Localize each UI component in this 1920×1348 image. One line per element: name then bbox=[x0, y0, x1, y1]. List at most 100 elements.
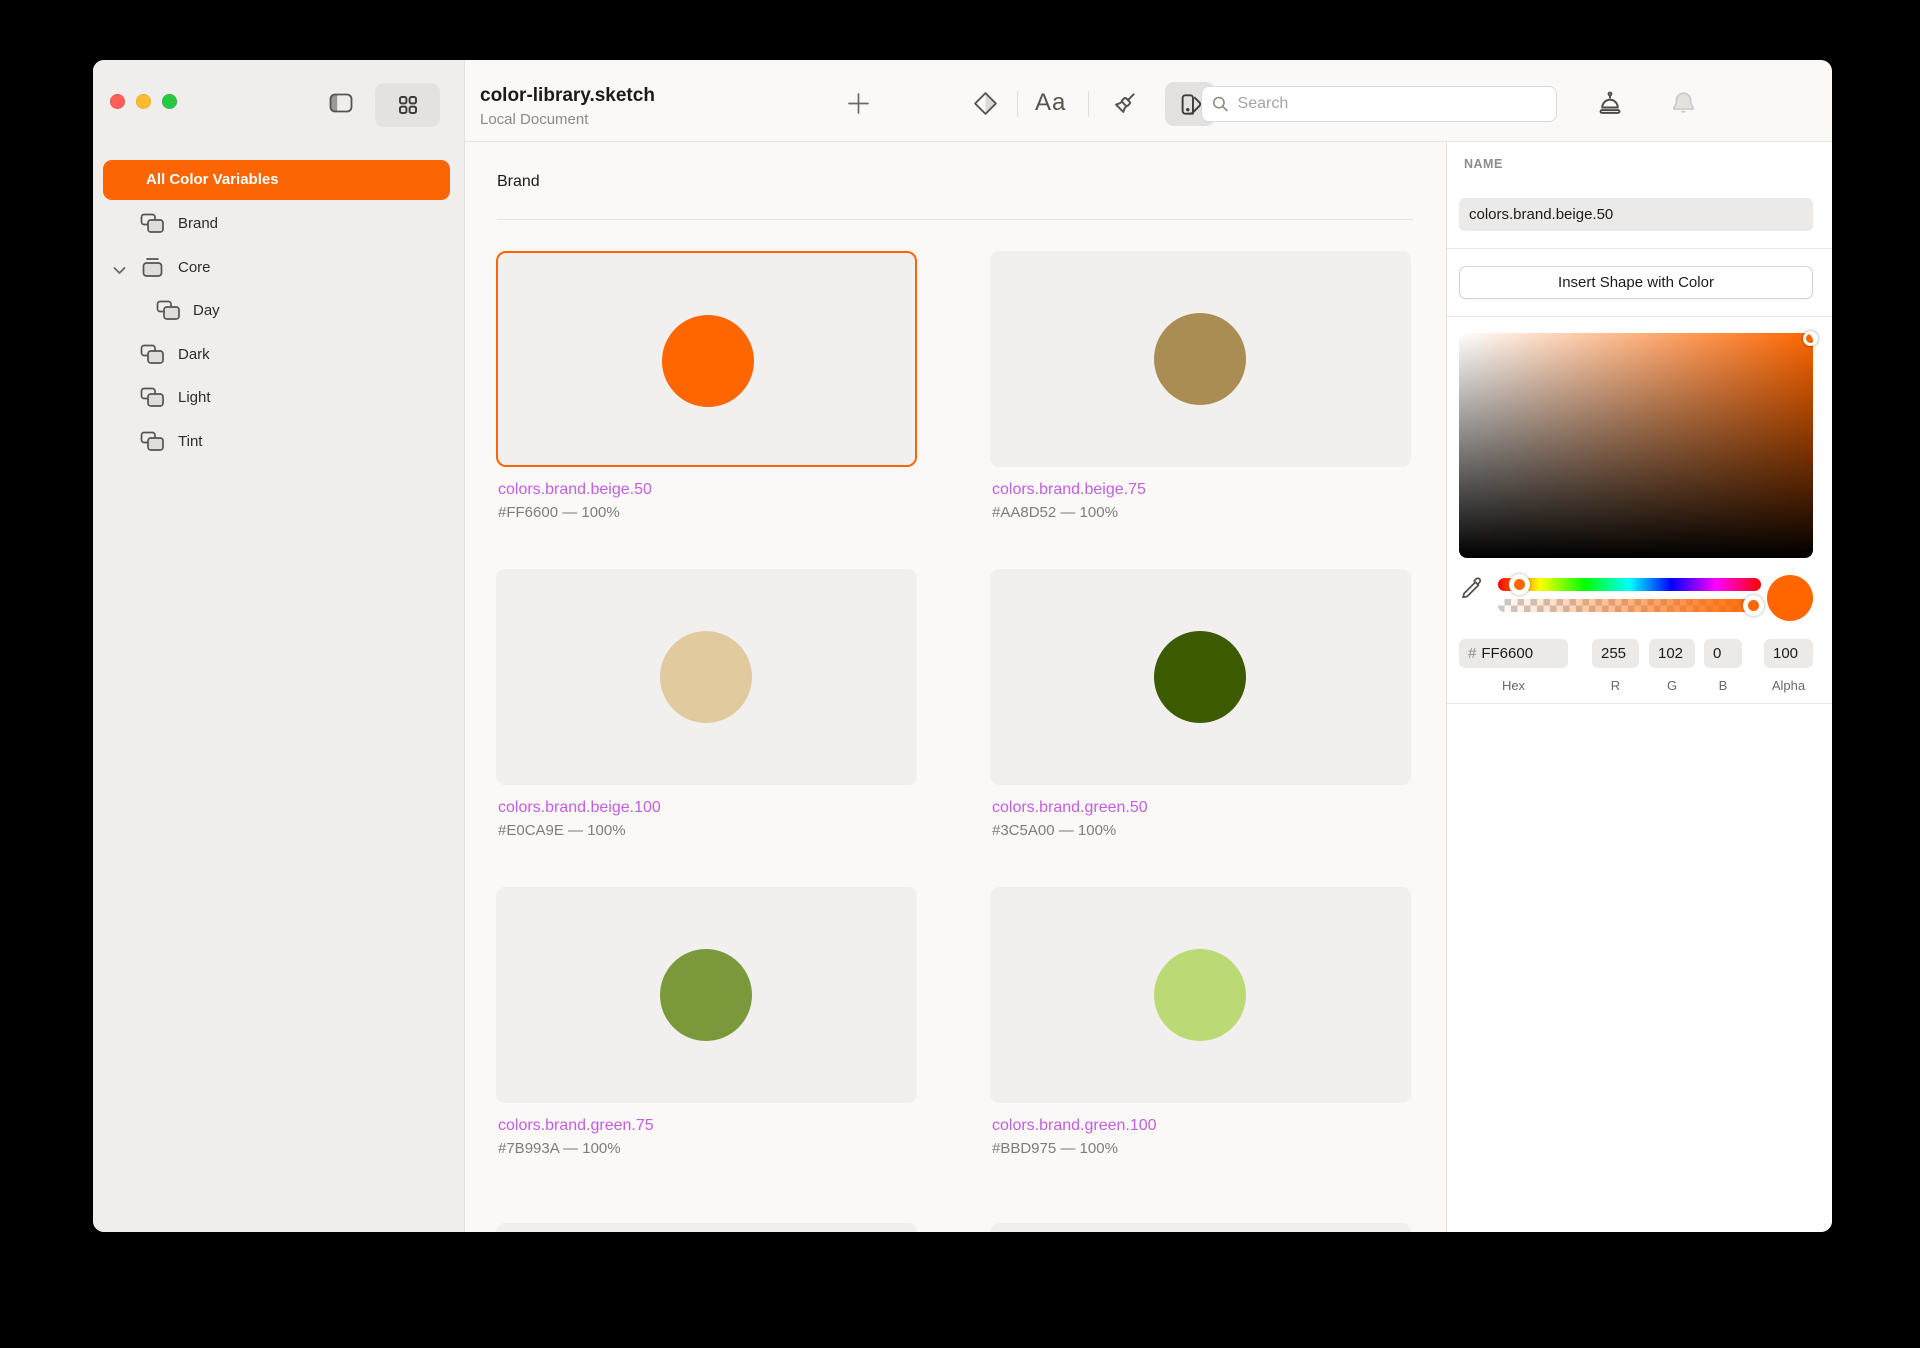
collection-icon bbox=[140, 387, 165, 413]
g-label: G bbox=[1666, 678, 1678, 693]
window-subtitle: Local Document bbox=[480, 111, 589, 128]
panel-divider bbox=[1447, 248, 1832, 249]
alpha-slider-knob[interactable] bbox=[1742, 595, 1764, 616]
swatch-card[interactable] bbox=[990, 569, 1411, 785]
sidebar-item-dark[interactable]: Dark bbox=[93, 338, 465, 372]
alpha-slider[interactable] bbox=[1498, 599, 1761, 612]
symbols-icon[interactable] bbox=[972, 90, 999, 117]
hue-knob-color bbox=[1513, 579, 1525, 590]
search-input[interactable] bbox=[1235, 94, 1546, 114]
swatch-meta: #AA8D52 — 100% bbox=[992, 504, 1118, 521]
add-icon[interactable] bbox=[847, 92, 870, 115]
swatch-circle bbox=[1154, 313, 1246, 405]
panel-divider bbox=[1447, 703, 1832, 704]
swatch-meta: #3C5A00 — 100% bbox=[992, 822, 1117, 839]
sidebar-item-light[interactable]: Light bbox=[93, 381, 465, 415]
sidebar-item-label: Dark bbox=[178, 345, 210, 363]
variable-name-input[interactable]: colors.brand.beige.50 bbox=[1459, 198, 1813, 231]
swatch-circle bbox=[660, 631, 752, 723]
swatch-card[interactable] bbox=[496, 569, 917, 785]
text-styles-icon[interactable]: Aa bbox=[1035, 89, 1066, 117]
chevron-down-icon[interactable] bbox=[113, 262, 126, 280]
zoom-button[interactable] bbox=[162, 94, 177, 109]
sidebar-item-label: Light bbox=[178, 389, 211, 406]
toolbar-separator bbox=[1017, 91, 1018, 117]
hex-label: Hex bbox=[1501, 678, 1526, 693]
swatch-meta: #BBD975 — 100% bbox=[992, 1140, 1118, 1157]
swatch-meta: #FF6600 — 100% bbox=[498, 504, 620, 521]
sidebar-item-all-color-variables[interactable]: All Color Variables bbox=[103, 160, 450, 200]
collection-icon bbox=[140, 431, 165, 457]
inspector-panel: NAME colors.brand.beige.50 Insert Shape … bbox=[1446, 142, 1832, 1232]
r-label: R bbox=[1610, 678, 1621, 693]
swatch-card[interactable] bbox=[990, 251, 1411, 467]
hue-slider[interactable] bbox=[1498, 578, 1761, 591]
section-title: Brand bbox=[497, 173, 540, 190]
panel-divider bbox=[1447, 316, 1832, 317]
sidebar-item-label: Core bbox=[178, 258, 211, 276]
swatch-circle bbox=[662, 315, 754, 407]
search-icon bbox=[1212, 96, 1228, 112]
g-field[interactable]: 102 bbox=[1649, 639, 1695, 668]
swatch-card[interactable] bbox=[990, 887, 1411, 1103]
window-title: color-library.sketch bbox=[480, 85, 655, 106]
close-button[interactable] bbox=[110, 94, 125, 109]
swatch-meta: #E0CA9E — 100% bbox=[498, 822, 626, 839]
service-bell-icon[interactable] bbox=[1596, 89, 1624, 117]
search-field[interactable] bbox=[1201, 86, 1557, 122]
swatch-name[interactable]: colors.brand.green.100 bbox=[992, 1117, 1157, 1135]
swatch-card[interactable] bbox=[496, 251, 917, 467]
r-field[interactable]: 255 bbox=[1592, 639, 1639, 668]
b-field[interactable]: 0 bbox=[1704, 639, 1742, 668]
sidebar-item-label: Tint bbox=[178, 432, 203, 450]
picker-cursor[interactable] bbox=[1803, 331, 1818, 346]
grid-view-button[interactable] bbox=[375, 83, 440, 127]
b-label: B bbox=[1718, 678, 1728, 693]
swatch-circle bbox=[660, 949, 752, 1041]
swatch-name[interactable]: colors.brand.beige.50 bbox=[498, 481, 652, 499]
swatch-meta: #7B993A — 100% bbox=[498, 1140, 621, 1157]
sidebar-item-label: Brand bbox=[178, 215, 219, 232]
collection-icon bbox=[156, 300, 181, 326]
swatch-card-partial[interactable] bbox=[496, 1223, 917, 1232]
grid-icon bbox=[398, 96, 417, 115]
alpha-knob-color bbox=[1747, 600, 1759, 611]
name-label: NAME bbox=[1464, 157, 1503, 171]
toolbar-separator bbox=[1088, 91, 1089, 117]
sidebar-item-brand[interactable]: Brand bbox=[93, 207, 465, 241]
toggle-sidebar-icon[interactable] bbox=[329, 93, 353, 113]
sidebar-item-core[interactable]: Core bbox=[93, 251, 465, 285]
saturation-brightness-picker[interactable] bbox=[1459, 331, 1818, 558]
eyedropper-icon[interactable] bbox=[1459, 573, 1486, 605]
insert-shape-button[interactable]: Insert Shape with Color bbox=[1459, 266, 1813, 299]
notification-bell-icon[interactable] bbox=[1670, 90, 1697, 117]
current-color-well[interactable] bbox=[1767, 575, 1813, 621]
layer-styles-brush-icon[interactable] bbox=[1111, 89, 1139, 117]
minimize-button[interactable] bbox=[136, 94, 151, 109]
app-window: All Color Variables Brand Core Day Dark Ligh… bbox=[93, 60, 1832, 1232]
swatch-circle bbox=[1154, 949, 1246, 1041]
sidebar-item-label: Day bbox=[193, 302, 220, 319]
collection-icon bbox=[140, 344, 165, 370]
alpha-label: Alpha bbox=[1771, 678, 1806, 693]
swatch-name[interactable]: colors.brand.green.50 bbox=[992, 799, 1148, 817]
sidebar-item-tint[interactable]: Tint bbox=[93, 425, 465, 459]
hex-field[interactable]: # FF6600 bbox=[1459, 639, 1568, 668]
titlebar-divider bbox=[465, 141, 1832, 142]
swatch-circle bbox=[1154, 631, 1246, 723]
color-variables-icon bbox=[1181, 93, 1201, 115]
swatch-name[interactable]: colors.brand.green.75 bbox=[498, 1117, 654, 1135]
swatch-card-partial[interactable] bbox=[990, 1223, 1411, 1232]
sidebar: All Color Variables Brand Core Day Dark Ligh… bbox=[93, 60, 465, 1232]
group-icon bbox=[140, 257, 165, 283]
hue-slider-knob[interactable] bbox=[1508, 574, 1530, 595]
swatch-name[interactable]: colors.brand.beige.75 bbox=[992, 481, 1146, 499]
swatch-content: Brand colors.brand.beige.50 #FF6600 — 100… bbox=[466, 142, 1446, 1232]
section-divider bbox=[497, 219, 1413, 220]
swatch-card[interactable] bbox=[496, 887, 917, 1103]
collection-icon bbox=[140, 213, 165, 239]
swatch-name[interactable]: colors.brand.beige.100 bbox=[498, 799, 661, 817]
sidebar-item-day[interactable]: Day bbox=[93, 294, 465, 328]
alpha-field[interactable]: 100 bbox=[1764, 639, 1813, 668]
hex-prefix: # bbox=[1468, 645, 1477, 662]
